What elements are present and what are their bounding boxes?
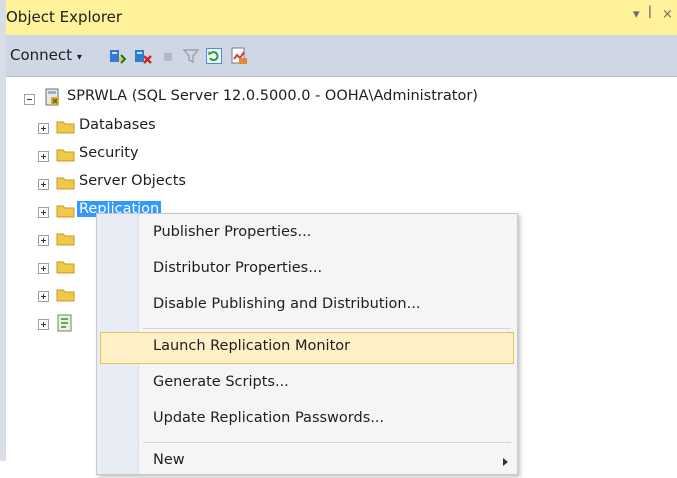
server-node[interactable]: SPRWLA (SQL Server 12.0.5000.0 - OOHA\Ad… — [67, 88, 478, 104]
folder-icon — [56, 149, 75, 162]
sql-agent-icon — [57, 314, 72, 332]
menu-item-publisher-properties[interactable]: Publisher Properties... — [100, 218, 514, 250]
pin-icon[interactable]: ꟾ — [648, 7, 652, 22]
folder-icon — [56, 289, 75, 302]
expand-toggle-icon[interactable] — [38, 235, 49, 246]
folder-icon — [56, 121, 75, 134]
tree-node-security[interactable]: Security — [79, 145, 139, 161]
tree-node-server-objects[interactable]: Server Objects — [79, 173, 186, 189]
menu-item-distributor-properties[interactable]: Distributor Properties... — [100, 254, 514, 286]
disconnect-icon[interactable] — [134, 47, 152, 65]
menu-item-label: Disable Publishing and Distribution... — [153, 296, 421, 312]
menu-item-update-replication-passwords[interactable]: Update Replication Passwords... — [100, 404, 514, 436]
activity-monitor-icon[interactable] — [230, 47, 248, 65]
menu-item-disable-publishing[interactable]: Disable Publishing and Distribution... — [100, 290, 514, 322]
expand-toggle-icon[interactable] — [38, 291, 49, 302]
menu-item-launch-replication-monitor[interactable]: Launch Replication Monitor — [100, 332, 514, 364]
menu-separator — [143, 328, 511, 329]
menu-item-label: Publisher Properties... — [153, 224, 312, 240]
connect-object-explorer-icon[interactable] — [109, 47, 127, 65]
expand-toggle-icon[interactable] — [38, 151, 49, 162]
tree-node-databases[interactable]: Databases — [79, 117, 156, 133]
menu-item-new[interactable]: New — [100, 446, 514, 478]
menu-item-label: New — [153, 452, 185, 468]
menu-item-label: Generate Scripts... — [153, 374, 289, 390]
menu-item-label: Update Replication Passwords... — [153, 410, 385, 426]
connect-label: Connect — [10, 46, 73, 64]
menu-item-label: Launch Replication Monitor — [153, 338, 351, 354]
connect-button[interactable]: Connect ▾ — [10, 46, 82, 64]
expand-toggle-icon[interactable] — [38, 179, 49, 190]
panel-title: Object Explorer — [6, 8, 123, 26]
expand-toggle-icon[interactable] — [38, 207, 49, 218]
replication-context-menu: Publisher Properties... Distributor Prop… — [96, 213, 518, 475]
expand-toggle-icon[interactable] — [38, 319, 49, 330]
menu-separator — [143, 442, 511, 443]
stop-icon[interactable] — [159, 47, 177, 65]
submenu-arrow-icon — [503, 458, 508, 466]
folder-icon — [56, 177, 75, 190]
object-explorer-titlebar: Object Explorer ▾ ꟾ × — [6, 0, 677, 35]
folder-icon — [56, 205, 75, 218]
chevron-down-icon: ▾ — [76, 52, 82, 63]
filter-icon[interactable] — [182, 47, 200, 65]
expand-toggle-icon[interactable] — [38, 263, 49, 274]
expand-toggle-icon[interactable] — [38, 123, 49, 134]
menu-item-label: Distributor Properties... — [153, 260, 323, 276]
refresh-icon[interactable] — [205, 47, 223, 65]
dropdown-icon[interactable]: ▾ — [633, 7, 640, 22]
object-explorer-toolbar: Connect ▾ — [6, 35, 677, 77]
menu-item-generate-scripts[interactable]: Generate Scripts... — [100, 368, 514, 400]
sql-server-icon — [45, 88, 59, 106]
folder-icon — [56, 261, 75, 274]
collapse-toggle-icon[interactable] — [24, 94, 35, 105]
close-icon[interactable]: × — [662, 7, 673, 22]
folder-icon — [56, 233, 75, 246]
